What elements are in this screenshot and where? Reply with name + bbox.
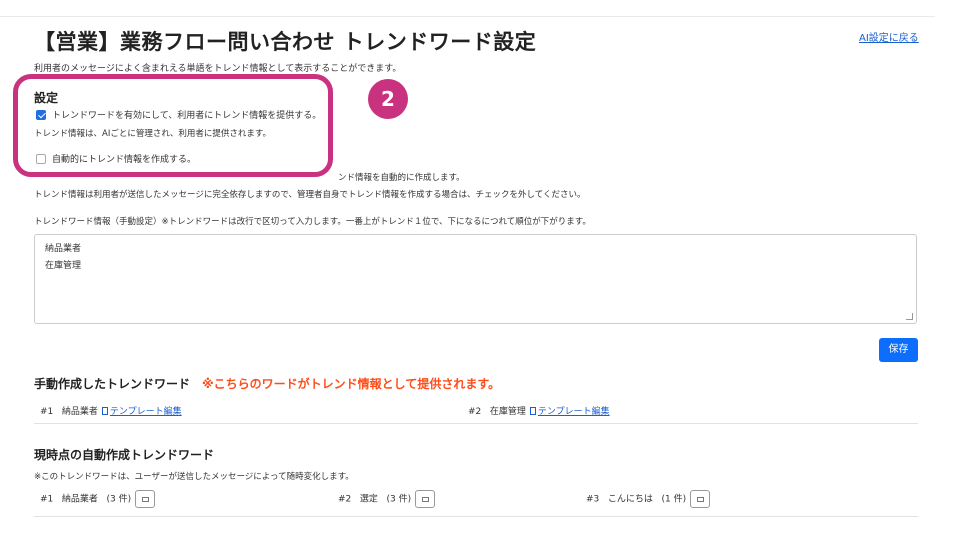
annotation-step-badge: 2 [368,79,408,119]
resize-handle-icon[interactable] [906,313,913,320]
word-label: 納品業者 [61,407,98,417]
manual-input-label: トレンドワード情報（手動設定）※トレンドワードは改行で区切って入力します。一番上… [34,217,591,227]
manual-trend-warning: ※こちらのワードがトレンド情報として提供されます。 [202,377,501,391]
save-button[interactable]: 保存 [879,338,918,362]
register-word-button[interactable] [135,490,156,508]
count-label: (3 件) [386,494,412,505]
register-word-button[interactable] [415,490,436,508]
count-label: (1 件) [661,494,687,505]
count-label: (3 件) [106,494,132,505]
rank-label: #3 [586,494,600,505]
word-label: 選定 [359,494,378,505]
auto-trend-item: #2 選定 (3 件) [338,490,436,509]
rank-label: #2 [468,407,482,417]
document-icon [101,407,108,415]
row-divider [34,516,918,517]
textarea-line: 納品業者 [45,244,82,254]
back-to-ai-settings-link[interactable]: AI設定に戻る [859,29,919,44]
auto-trend-section-note: ※このトレンドワードは、ユーザーが送信したメッセージによって随時変化します。 [34,472,354,482]
rank-label: #2 [338,494,352,505]
auto-trend-item: #3 こんにちは (1 件) [586,490,711,509]
page-title: 【営業】業務フロー問い合わせ トレンドワード設定 [34,30,537,54]
header-divider [0,16,935,17]
row-divider [34,423,918,424]
rank-label: #1 [40,407,54,417]
word-label: こんにちは [607,494,653,505]
template-edit-link[interactable]: テンプレート編集 [110,407,182,417]
manual-trend-item: #2 在庫管理 テンプレート編集 [468,404,610,417]
rank-label: #1 [40,494,54,505]
template-edit-link[interactable]: テンプレート編集 [538,407,610,417]
auto-trend-item: #1 納品業者 (3 件) [40,490,156,509]
auto-trend-note: ンド情報を自動的に作成します。 [338,173,465,183]
manual-trend-heading: 手動作成したトレンドワード ※こちらのワードがトレンド情報として提供されます。 [34,375,500,392]
register-word-button[interactable] [690,490,711,508]
annotation-highlight-box [13,74,333,177]
trend-words-textarea[interactable]: 納品業者 在庫管理 [34,234,917,324]
manual-trend-item: #1 納品業者 テンプレート編集 [40,404,182,417]
auto-trend-note-2: トレンド情報は利用者が送信したメッセージに完全依存しますので、管理者自身でトレン… [34,190,586,200]
page-subtitle: 利用者のメッセージによく含まれえる単語をトレンド情報として表示することができます… [34,64,402,74]
word-label: 在庫管理 [489,407,526,417]
auto-trend-heading: 現時点の自動作成トレンドワード [34,448,215,462]
manual-trend-title: 手動作成したトレンドワード [34,377,191,391]
document-icon [529,407,536,415]
textarea-line: 在庫管理 [45,261,82,271]
word-label: 納品業者 [61,494,98,505]
